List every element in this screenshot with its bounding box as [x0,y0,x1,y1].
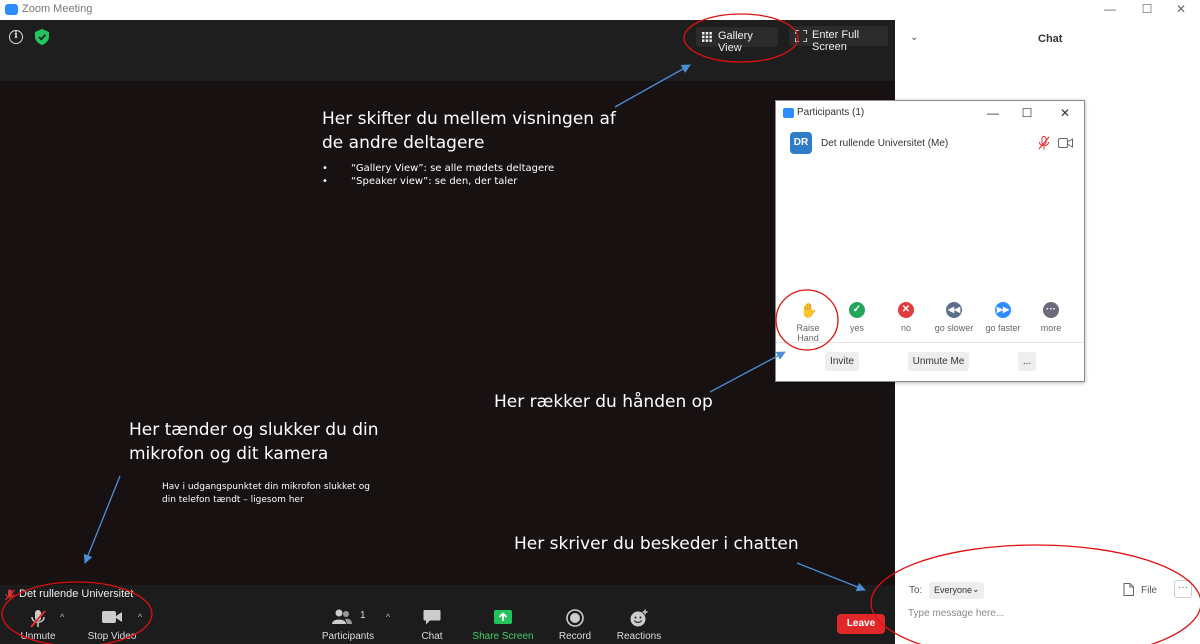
shield-icon[interactable] [35,29,49,45]
rewind-icon: ◀◀ [946,302,962,318]
zoom-logo-icon [5,4,18,15]
annotation-bullet: “Speaker view”: se den, der taler [322,175,554,188]
share-screen-icon [494,610,512,624]
chat-title: Chat [1038,33,1063,45]
annotation-view-title: Her skifter du mellem visningen af de an… [322,109,616,153]
unmute-label: Unmute [20,631,56,642]
share-screen-button[interactable]: Share Screen [470,606,536,642]
window-title: Zoom Meeting [22,3,93,15]
more-dots-icon: ··· [1043,302,1059,318]
stop-video-button[interactable]: Stop Video [84,606,140,642]
participants-button[interactable]: 1 Participants [318,606,378,642]
unmute-button[interactable]: Unmute [14,606,62,642]
muted-mic-icon[interactable] [1038,136,1050,150]
check-icon: ✓ [849,302,865,318]
chat-file-button[interactable]: File [1141,585,1157,596]
chat-label: Chat [421,631,443,642]
participants-minimize-button[interactable]: — [985,105,1001,121]
record-button[interactable]: Record [555,606,595,642]
reactions-button[interactable]: Reactions [614,606,664,642]
full-screen-button[interactable]: Enter Full Screen [789,26,888,53]
title-bar [0,0,1200,20]
muted-mic-icon [30,610,46,628]
grid-icon [702,32,712,42]
video-camera-icon[interactable] [1058,138,1073,148]
record-icon [566,609,584,627]
video-options-chevron-icon[interactable]: ^ [138,612,142,622]
participant-name: Det rullende Universitet (Me) [821,138,949,149]
more-button[interactable]: ··· more [1028,302,1074,333]
chat-button[interactable]: Chat [414,606,450,642]
annotation-view-bullets: “Gallery View”: se alle mødets deltagere… [322,162,554,188]
participant-name-bar [0,585,895,603]
smiley-plus-icon [630,609,648,627]
zoom-logo-icon [783,108,794,118]
participant-count: 1 [360,610,366,621]
participants-maximize-button[interactable]: ☐ [1019,105,1035,121]
chat-recipient-select[interactable]: Everyone ⌄ [929,582,984,599]
annotation-mic-subtitle: Hav i udgangspunktet din mikrofon slukke… [162,482,371,505]
gallery-view-button[interactable]: Gallery View [696,27,778,54]
invite-button[interactable]: Invite [825,352,859,371]
participants-label: Participants [321,631,375,642]
reactions-label: Reactions [616,631,662,642]
full-screen-label: Enter Full Screen [812,29,860,53]
more-label: more [1040,323,1062,333]
info-icon[interactable]: i [9,30,23,44]
leave-button[interactable]: Leave [837,614,885,634]
go-faster-button[interactable]: ▶▶ go faster [980,302,1026,333]
hand-icon: ✋ [800,302,818,318]
chat-to-label: To: [909,585,923,596]
annotation-mic-title: Her tænder og slukker du din mikrofon og… [129,420,379,464]
raise-hand-button[interactable]: ✋ Raise Hand [785,302,831,343]
participants-close-button[interactable]: ✕ [1057,105,1073,121]
divider [776,342,1084,343]
fullscreen-icon [795,30,807,42]
file-icon[interactable] [1123,583,1134,596]
no-label: no [900,323,911,333]
annotation-bullet: “Gallery View”: se alle mødets deltagere [322,162,554,175]
minimize-button[interactable]: — [1100,2,1120,16]
chat-bubble-icon [423,610,441,625]
x-icon: ✕ [898,302,914,318]
annotation-raise-hand: Her rækker du hånden op [494,392,713,412]
yes-button[interactable]: ✓ yes [834,302,880,333]
maximize-button[interactable]: ☐ [1137,2,1157,16]
close-button[interactable]: ✕ [1171,2,1191,16]
go-slower-button[interactable]: ◀◀ go slower [931,302,977,333]
muted-mic-icon [5,589,15,601]
gallery-view-label: Gallery View [718,30,753,54]
chat-recipient-value: Everyone [934,585,973,595]
go-faster-label: go faster [985,323,1021,333]
participants-window-title: Participants (1) [797,107,865,118]
chat-message-input[interactable] [908,605,1178,621]
record-label: Record [558,631,592,642]
participants-icon [332,609,352,624]
yes-label: yes [849,323,864,333]
avatar: DR [790,132,812,154]
raise-hand-label: Raise Hand [796,323,820,343]
annotation-chat: Her skriver du beskeder i chatten [514,534,799,554]
participants-options-chevron-icon[interactable]: ^ [386,612,390,622]
unmute-me-button[interactable]: Unmute Me [908,352,969,371]
self-name-label: Det rullende Universitet [19,588,134,600]
share-screen-label: Share Screen [472,631,534,642]
fast-forward-icon: ▶▶ [995,302,1011,318]
video-camera-icon [102,611,122,623]
chat-more-button[interactable]: ··· [1174,580,1192,598]
go-slower-label: go slower [934,323,974,333]
participants-more-button[interactable]: ... [1018,352,1036,371]
audio-options-chevron-icon[interactable]: ^ [60,612,64,622]
chevron-down-icon[interactable]: ⌄ [910,32,918,43]
no-button[interactable]: ✕ no [883,302,929,333]
video-stage [0,81,895,585]
stop-video-label: Stop Video [87,631,137,642]
chevron-down-icon: ⌄ [972,584,980,594]
